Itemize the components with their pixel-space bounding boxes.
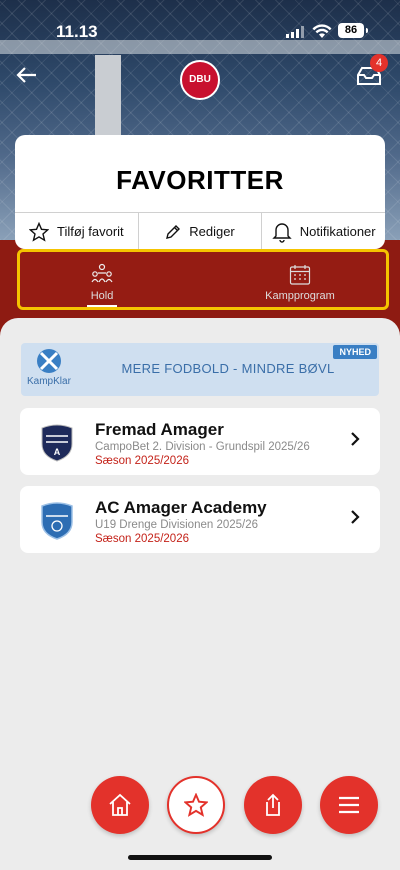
team-league: U19 Drenge Divisionen 2025/26 xyxy=(95,519,259,531)
wifi-icon xyxy=(312,24,332,38)
chevron-svg xyxy=(351,510,360,524)
battery-indicator: 86 xyxy=(338,23,368,38)
calendar-icon xyxy=(289,265,311,285)
kampklar-banner[interactable]: KampKlar MERE FODBOLD - MINDRE BØVL NYHE… xyxy=(21,343,379,396)
menu-button[interactable] xyxy=(320,776,378,834)
add-favorite-label: Tilføj favorit xyxy=(56,224,124,239)
back-arrow-icon[interactable] xyxy=(16,64,44,92)
team-card[interactable]: A Fremad Amager CampoBet 2. Division - G… xyxy=(20,408,380,475)
tab-hold[interactable]: Hold xyxy=(42,260,162,307)
team-season: Sæson 2025/2026 xyxy=(95,533,189,545)
notification-badge: 4 xyxy=(370,54,388,72)
star-icon xyxy=(184,793,208,817)
status-bar: 11.13 86 xyxy=(0,0,400,60)
back-arrow-svg xyxy=(16,67,36,83)
kampklar-label: KampKlar xyxy=(27,376,71,387)
home-icon xyxy=(109,793,131,816)
team-card[interactable]: AC Amager Academy U19 Drenge Divisionen … xyxy=(20,486,380,553)
team-name: Fremad Amager xyxy=(95,420,224,439)
chevron-svg xyxy=(351,432,360,446)
new-badge: NYHED xyxy=(333,345,377,359)
svg-text:A: A xyxy=(54,447,61,457)
pencil-icon xyxy=(166,224,181,239)
fremad-amager-crest: A xyxy=(41,424,73,462)
team-season: Sæson 2025/2026 xyxy=(95,455,189,467)
team-name: AC Amager Academy xyxy=(95,498,267,517)
tab-kampprogram[interactable]: Kampprogram xyxy=(240,260,360,306)
favorites-button[interactable] xyxy=(167,776,225,834)
status-time: 11.13 xyxy=(56,22,98,41)
signal-icon xyxy=(286,26,304,38)
page-title: FAVORITTER xyxy=(116,165,284,195)
hamburger-menu-icon xyxy=(339,796,359,814)
favorites-actions: Tilføj favorit Rediger Notifikationer xyxy=(15,212,385,249)
tab-bar: Hold Kampprogram xyxy=(17,249,389,310)
dbu-logo: DBU xyxy=(180,60,220,100)
banner-text: MERE FODBOLD - MINDRE BØVL xyxy=(121,361,335,376)
tab-kampprogram-label: Kampprogram xyxy=(265,290,335,302)
chevron-right-icon xyxy=(350,432,360,451)
star-outline-icon xyxy=(28,221,49,242)
share-icon xyxy=(266,793,280,816)
tab-hold-label: Hold xyxy=(90,290,114,302)
home-button[interactable] xyxy=(91,776,149,834)
notifications-button[interactable]: Notifikationer xyxy=(262,213,385,249)
active-tab-indicator xyxy=(87,305,117,307)
team-league: CampoBet 2. Division - Grundspil 2025/26 xyxy=(95,441,310,453)
kampklar-logo xyxy=(37,349,61,373)
edit-button[interactable]: Rediger xyxy=(139,213,263,249)
chevron-right-icon xyxy=(350,510,360,529)
ac-amager-academy-crest xyxy=(41,502,73,540)
bell-icon xyxy=(272,222,292,243)
edit-label: Rediger xyxy=(189,224,235,239)
favorites-card: FAVORITTER Tilføj favorit Rediger Notifi… xyxy=(15,135,385,249)
add-favorite-button[interactable]: Tilføj favorit xyxy=(15,213,139,249)
home-indicator xyxy=(128,855,272,860)
share-button[interactable] xyxy=(244,776,302,834)
notifications-label: Notifikationer xyxy=(299,224,376,239)
inbox-button[interactable]: 4 xyxy=(356,54,388,88)
team-icon xyxy=(91,263,113,283)
